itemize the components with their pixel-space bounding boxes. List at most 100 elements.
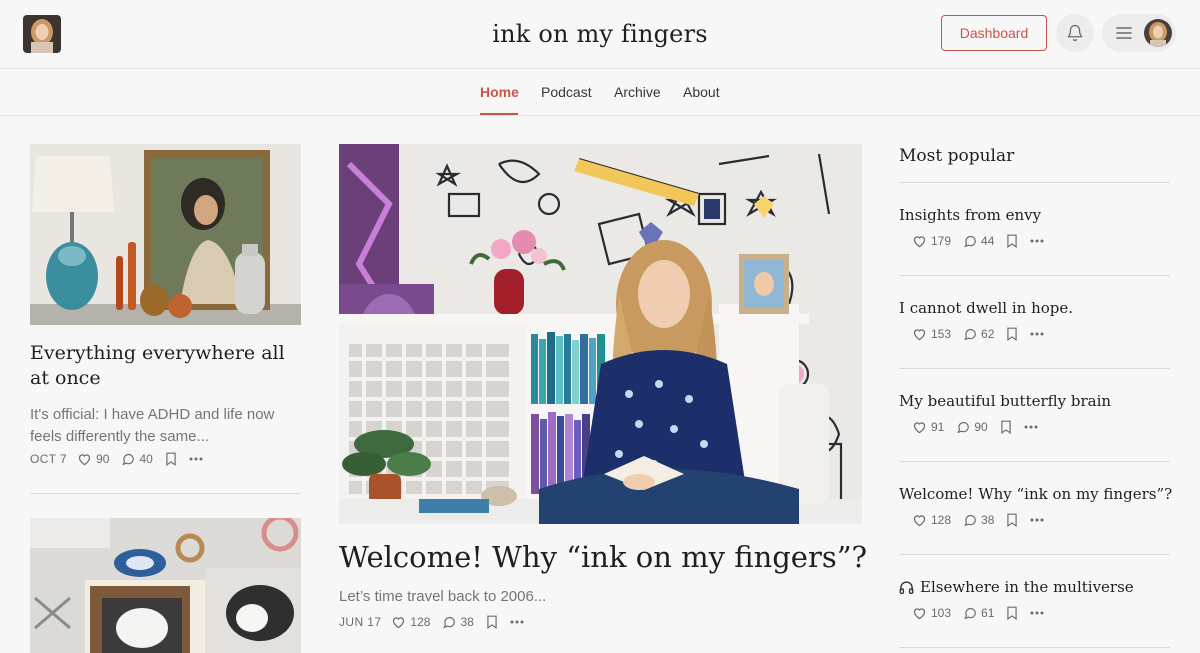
divider: [30, 493, 301, 494]
popular-post-title-text: My beautiful butterfly brain: [899, 392, 1112, 410]
comment-button[interactable]: 38: [963, 513, 994, 527]
divider: [899, 182, 1170, 183]
post-date: JUN 17: [339, 615, 382, 629]
popular-post-meta: 128 38: [912, 513, 1056, 527]
more-icon: [1030, 332, 1044, 336]
more-icon: [510, 620, 524, 624]
more-button[interactable]: [1030, 332, 1044, 336]
popular-post-meta: 179 44: [912, 234, 1056, 248]
user-menu-button[interactable]: [1102, 14, 1176, 52]
heart-icon: [913, 236, 926, 248]
nav-about[interactable]: About: [683, 84, 720, 100]
comment-icon: [443, 616, 456, 629]
divider: [899, 647, 1170, 648]
like-button[interactable]: 153: [912, 327, 951, 341]
post-subtitle: It's official: I have ADHD and life now …: [30, 406, 275, 445]
notifications-button[interactable]: [1056, 14, 1094, 52]
bookmark-icon: [1007, 606, 1018, 620]
bookmark-icon: [1007, 327, 1018, 341]
bookmark-icon: [1007, 513, 1018, 527]
publication-nav: Home Podcast Archive About: [0, 69, 1200, 116]
menu-icon: [1116, 27, 1132, 39]
comment-button[interactable]: 61: [963, 606, 994, 620]
more-button[interactable]: [1024, 425, 1038, 429]
popular-post-title-text: Welcome! Why “ink on my fingers”?: [899, 485, 1173, 503]
bookmark-button[interactable]: [165, 452, 177, 466]
most-popular-heading: Most popular: [899, 146, 1015, 166]
comment-count: 61: [981, 606, 995, 620]
post-title[interactable]: Everything everywhere all at once: [30, 341, 301, 391]
like-button[interactable]: 103: [912, 606, 951, 620]
like-button[interactable]: 179: [912, 234, 951, 248]
heart-icon: [78, 454, 91, 466]
nav-podcast[interactable]: Podcast: [541, 84, 592, 100]
divider: [899, 275, 1170, 276]
like-count: 179: [931, 234, 952, 248]
post-thumbnail-second[interactable]: [30, 518, 301, 653]
user-avatar: [1144, 19, 1172, 47]
heart-icon: [913, 608, 926, 620]
headphones-icon: [899, 581, 914, 594]
comment-button[interactable]: 38: [442, 615, 474, 629]
heart-icon: [913, 422, 926, 434]
like-count: 103: [931, 606, 952, 620]
popular-post-title[interactable]: Welcome! Why “ink on my fingers”?: [899, 485, 1172, 503]
comment-count: 62: [981, 327, 995, 341]
bookmark-icon: [166, 452, 176, 466]
bookmark-icon: [487, 615, 497, 629]
top-header: ink on my fingers Dashboard: [0, 0, 1200, 69]
bookmark-button[interactable]: [1006, 234, 1018, 248]
comment-icon: [964, 607, 976, 620]
nav-home[interactable]: Home: [480, 84, 519, 100]
comment-count: 38: [981, 513, 995, 527]
like-count: 153: [931, 327, 952, 341]
bookmark-button[interactable]: [1006, 606, 1018, 620]
more-button[interactable]: [1030, 611, 1044, 615]
like-button[interactable]: 128: [391, 615, 430, 629]
comment-button[interactable]: 40: [121, 452, 153, 466]
featured-post-title[interactable]: Welcome! Why “ink on my fingers”?: [339, 540, 867, 574]
divider: [899, 461, 1170, 462]
featured-post-image[interactable]: [339, 144, 862, 524]
comment-button[interactable]: 62: [963, 327, 994, 341]
popular-post-title[interactable]: Insights from envy: [899, 206, 1041, 224]
more-icon: [1024, 425, 1038, 429]
nav-archive[interactable]: Archive: [614, 84, 661, 100]
more-button[interactable]: [189, 457, 203, 461]
comment-icon: [964, 514, 976, 527]
more-icon: [1030, 518, 1044, 522]
popular-post-meta: 153 62: [912, 327, 1056, 341]
like-button[interactable]: 128: [912, 513, 951, 527]
dashboard-button[interactable]: Dashboard: [941, 15, 1047, 51]
bookmark-icon: [1001, 420, 1011, 434]
comment-count: 40: [139, 452, 153, 466]
like-button[interactable]: 90: [77, 452, 109, 466]
featured-post-subtitle: Let’s time travel back to 2006...: [339, 588, 547, 605]
popular-post-title[interactable]: Elsewhere in the multiverse: [899, 578, 1134, 596]
post-date: OCT 7: [30, 452, 68, 466]
bell-icon: [1067, 24, 1083, 42]
divider: [899, 554, 1170, 555]
more-button[interactable]: [1030, 239, 1044, 243]
bookmark-button[interactable]: [1000, 420, 1012, 434]
bookmark-button[interactable]: [1006, 327, 1018, 341]
post-thumbnail-everything[interactable]: [30, 144, 301, 325]
comment-button[interactable]: 44: [963, 234, 994, 248]
bookmark-button[interactable]: [486, 615, 498, 629]
more-button[interactable]: [510, 620, 524, 624]
popular-post-meta: 103 61: [912, 606, 1056, 620]
like-button[interactable]: 91: [912, 420, 944, 434]
like-count: 91: [931, 420, 945, 434]
popular-post-title[interactable]: I cannot dwell in hope.: [899, 299, 1073, 317]
popular-post-title[interactable]: My beautiful butterfly brain: [899, 392, 1111, 410]
divider: [899, 368, 1170, 369]
comment-icon: [122, 453, 135, 466]
bookmark-button[interactable]: [1006, 513, 1018, 527]
comment-button[interactable]: 90: [956, 420, 988, 434]
more-button[interactable]: [1030, 518, 1044, 522]
popular-post-title-text: Elsewhere in the multiverse: [920, 578, 1134, 596]
heart-icon: [393, 617, 405, 629]
popular-post-meta: 91 90: [912, 420, 1050, 434]
bookmark-icon: [1007, 234, 1018, 248]
more-icon: [1030, 611, 1044, 615]
